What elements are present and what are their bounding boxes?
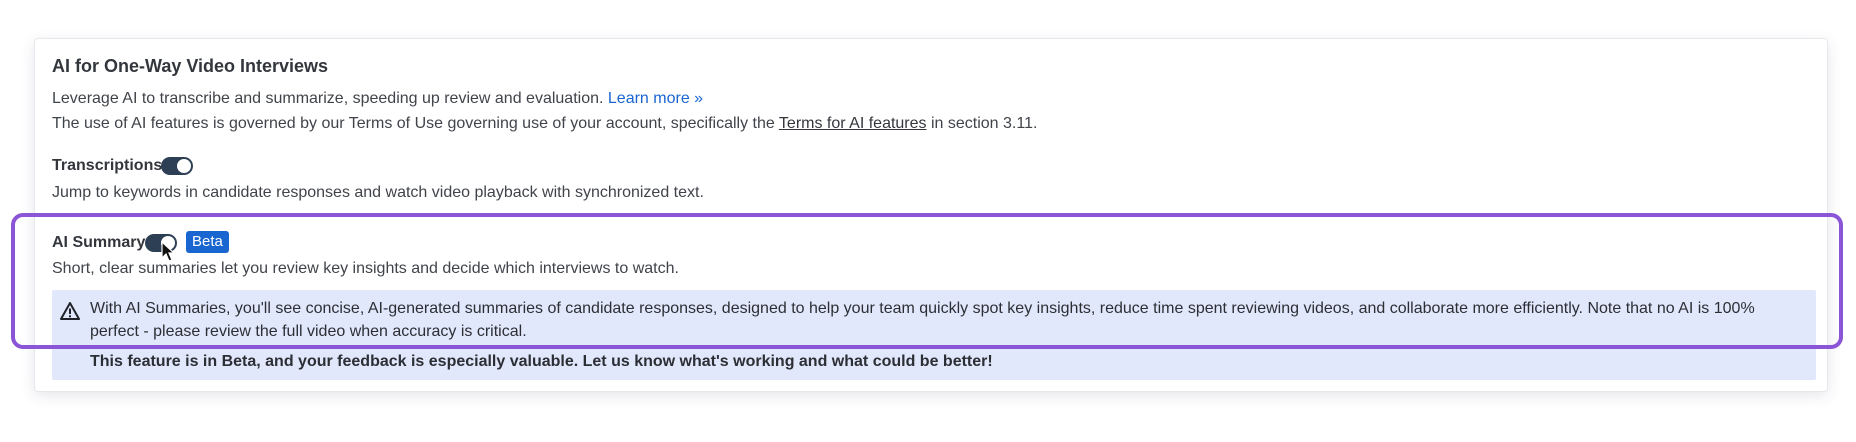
terms-for-ai-link[interactable]: Terms for AI features [779, 115, 927, 132]
transcriptions-description: Jump to keywords in candidate responses … [52, 184, 704, 201]
warning-triangle-icon [60, 302, 80, 320]
terms-prefix: The use of AI features is governed by ou… [52, 115, 775, 132]
ai-summary-label: AI Summary [52, 234, 146, 251]
terms-suffix: in section 3.11. [930, 115, 1038, 132]
alert-message: With AI Summaries, you'll see concise, A… [90, 300, 1755, 340]
intro-line: Leverage AI to transcribe and summarize,… [52, 90, 703, 108]
terms-line: The use of AI features is governed by ou… [52, 115, 1037, 133]
beta-feedback-message: This feature is in Beta, and your feedba… [90, 353, 993, 370]
toggle-knob [177, 159, 191, 173]
beta-badge: Beta [186, 231, 229, 253]
section-title: AI for One-Way Video Interviews [52, 56, 329, 76]
ai-summary-description: Short, clear summaries let you review ke… [52, 260, 679, 277]
transcriptions-label: Transcriptions [52, 157, 163, 174]
learn-more-link[interactable]: Learn more » [608, 90, 703, 107]
intro-text: Leverage AI to transcribe and summarize,… [52, 90, 604, 107]
transcriptions-toggle[interactable] [161, 157, 193, 175]
